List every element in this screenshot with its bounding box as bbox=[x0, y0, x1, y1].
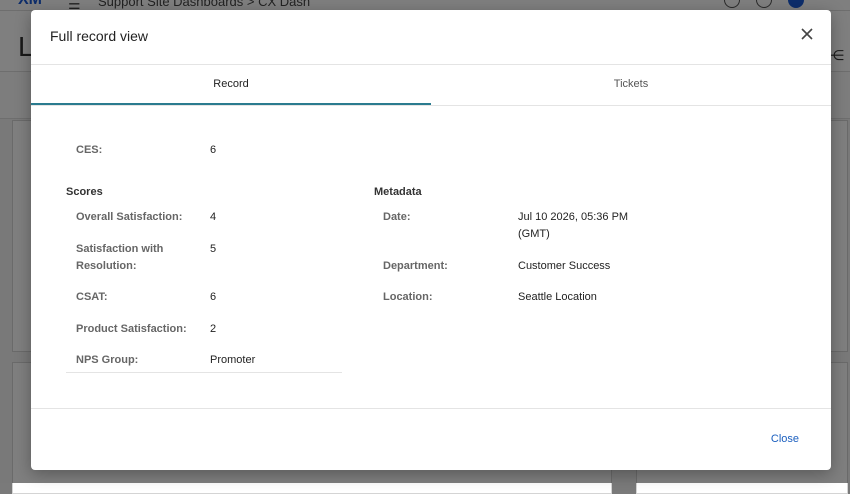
record-tabs: Record Tickets bbox=[31, 65, 831, 106]
resolution-satisfaction-value: 5 bbox=[210, 243, 217, 255]
tab-tickets[interactable]: Tickets bbox=[431, 65, 831, 105]
modal-footer: Close bbox=[31, 408, 831, 471]
location-value: Seattle Location bbox=[518, 291, 597, 303]
date-label: Date: bbox=[383, 211, 411, 223]
location-label: Location: bbox=[383, 291, 433, 303]
close-icon[interactable] bbox=[799, 26, 815, 42]
record-content: CES: 6 Scores Overall Satisfaction: 4 Sa… bbox=[31, 106, 831, 408]
department-value: Customer Success bbox=[518, 260, 611, 272]
overall-satisfaction-value: 4 bbox=[210, 211, 217, 223]
csat-label: CSAT: bbox=[76, 291, 108, 303]
product-satisfaction-value: 2 bbox=[210, 323, 217, 335]
ces-label: CES: bbox=[76, 144, 103, 156]
tab-record[interactable]: Record bbox=[31, 65, 431, 105]
nps-group-label: NPS Group: bbox=[76, 354, 139, 366]
resolution-satisfaction-label: Satisfaction with Resolution: bbox=[76, 243, 164, 272]
department-label: Department: bbox=[383, 260, 448, 272]
csat-value: 6 bbox=[210, 291, 217, 303]
overall-satisfaction-label: Overall Satisfaction: bbox=[76, 211, 183, 223]
modal-title: Full record view bbox=[50, 28, 149, 44]
date-value: Jul 10 2026, 05:36 PM (GMT) bbox=[518, 211, 629, 240]
full-record-modal: Full record view Record Tickets CES: 6 S… bbox=[31, 10, 831, 470]
metadata-heading: Metadata bbox=[374, 186, 422, 198]
nps-group-value: Promoter bbox=[210, 354, 256, 366]
scores-heading: Scores bbox=[66, 186, 103, 198]
ces-value: 6 bbox=[210, 144, 217, 156]
product-satisfaction-label: Product Satisfaction: bbox=[76, 323, 187, 335]
modal-header: Full record view bbox=[31, 10, 831, 65]
section-divider bbox=[66, 372, 342, 373]
close-button[interactable]: Close bbox=[771, 433, 799, 445]
